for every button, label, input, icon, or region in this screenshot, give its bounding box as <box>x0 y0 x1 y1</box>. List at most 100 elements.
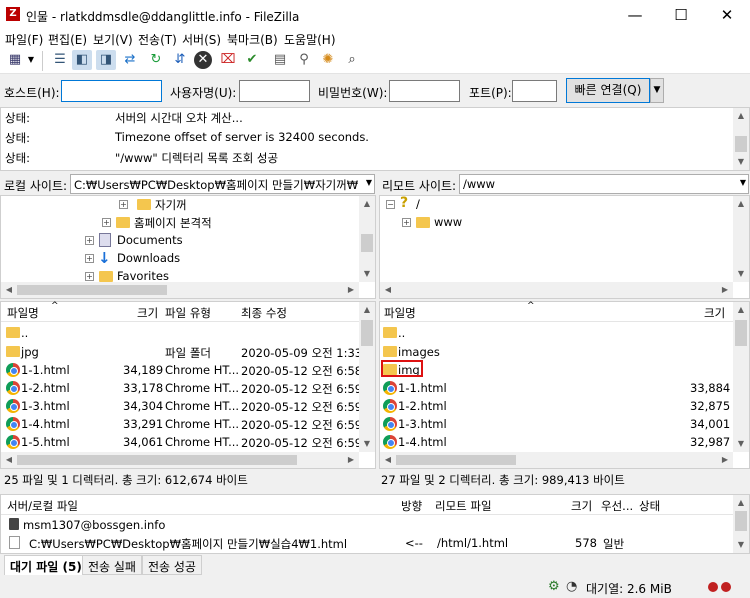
column-server-local-file[interactable]: 서버/로컬 파일 <box>7 498 78 514</box>
expand-icon[interactable]: + <box>402 218 411 227</box>
speed-limit-icon[interactable]: ◔ <box>566 579 577 594</box>
collapse-icon[interactable]: − <box>386 200 395 209</box>
file-row[interactable]: 1-4.html 32,987 <box>380 433 733 451</box>
expand-icon[interactable]: + <box>85 254 94 263</box>
column-remote-file[interactable]: 리모트 파일 <box>435 498 492 514</box>
column-direction[interactable]: 방향 <box>401 498 422 514</box>
column-size[interactable]: 크기 <box>571 498 592 514</box>
find-files-icon[interactable]: ⌕ <box>342 50 362 70</box>
close-button[interactable]: ✕ <box>704 0 750 30</box>
column-size[interactable]: 크기 <box>704 305 725 321</box>
scroll-down-icon[interactable]: ▼ <box>733 154 749 170</box>
menu-file[interactable]: 파일(F) <box>5 31 43 48</box>
file-row[interactable]: 1-2.html 32,875 <box>380 397 733 415</box>
scroll-up-icon[interactable]: ▲ <box>733 495 749 511</box>
local-path-input[interactable]: C:₩Users₩PC₩Desktop₩홈페이지 만들기₩자기꺼₩ ▼ <box>70 174 375 194</box>
maximize-button[interactable]: ☐ <box>658 0 704 30</box>
scroll-thumb[interactable] <box>735 511 747 531</box>
file-row[interactable]: 1-4.html 33,291 Chrome HT... 2020-05-12 … <box>1 415 366 433</box>
file-row[interactable]: 1-1.html 34,189 Chrome HT... 2020-05-12 … <box>1 361 366 379</box>
cancel-icon[interactable]: ✕ <box>194 51 212 69</box>
expand-icon[interactable]: + <box>102 218 111 227</box>
sync-browse-icon[interactable]: ✺ <box>318 50 338 70</box>
reconnect-icon[interactable]: ✔ <box>242 50 262 70</box>
chevron-down-icon[interactable]: ▼ <box>740 178 746 187</box>
scroll-down-icon[interactable]: ▼ <box>359 436 375 452</box>
file-row[interactable]: .. <box>1 324 359 342</box>
remote-list-scrollbar[interactable]: ▲ ▼ <box>733 302 749 452</box>
file-row[interactable]: jpg 파일 폴더 2020-05-09 오전 1:33: <box>1 343 366 361</box>
host-input[interactable] <box>61 80 162 102</box>
column-size[interactable]: 크기 <box>137 305 158 321</box>
tab-failed-transfers[interactable]: 전송 실패 <box>82 555 142 575</box>
local-tree-hscroll[interactable]: ◀ ▶ <box>1 282 359 298</box>
scroll-thumb[interactable] <box>735 136 747 152</box>
menu-transfer[interactable]: 전송(T) <box>138 31 177 48</box>
menu-server[interactable]: 서버(S) <box>182 31 221 48</box>
file-row[interactable]: 1-3.html 34,304 Chrome HT... 2020-05-12 … <box>1 397 366 415</box>
remote-path-input[interactable]: /www ▼ <box>459 174 749 194</box>
scroll-left-icon[interactable]: ◀ <box>1 452 17 468</box>
column-filetype[interactable]: 파일 유형 <box>165 305 211 321</box>
file-row[interactable]: images <box>380 343 733 361</box>
scroll-up-icon[interactable]: ▲ <box>359 302 375 318</box>
menu-bookmarks[interactable]: 북마크(B) <box>227 31 278 48</box>
menu-edit[interactable]: 편집(E) <box>48 31 87 48</box>
queue-server-row[interactable]: msm1307@bossgen.info <box>1 516 733 534</box>
column-priority[interactable]: 우선... <box>601 498 633 514</box>
disconnect-icon[interactable]: ⌧ <box>218 50 238 70</box>
scroll-up-icon[interactable]: ▲ <box>733 108 749 124</box>
minimize-button[interactable]: — <box>612 0 658 30</box>
scroll-thumb[interactable] <box>17 455 297 465</box>
scroll-down-icon[interactable]: ▼ <box>733 436 749 452</box>
scroll-thumb[interactable] <box>361 234 373 252</box>
expand-icon[interactable]: + <box>85 272 94 281</box>
column-modified[interactable]: 최종 수정 <box>241 305 287 321</box>
toggle-local-tree-icon[interactable]: ◧ <box>72 50 92 70</box>
site-manager-icon[interactable]: ▦ <box>5 50 25 70</box>
column-filename[interactable]: 파일명 <box>7 305 39 321</box>
toggle-log-icon[interactable]: ☰ <box>50 50 70 70</box>
chevron-down-icon[interactable]: ▼ <box>366 178 372 187</box>
file-row[interactable]: 1-1.html 33,884 <box>380 379 733 397</box>
tab-queued-files[interactable]: 대기 파일 (5) <box>4 555 88 575</box>
file-row[interactable]: .. <box>380 324 733 342</box>
scroll-right-icon[interactable]: ▶ <box>343 282 359 298</box>
file-row[interactable]: 1-3.html 34,001 <box>380 415 733 433</box>
log-scrollbar[interactable]: ▲ ▼ <box>733 108 749 170</box>
scroll-down-icon[interactable]: ▼ <box>359 266 375 282</box>
menu-view[interactable]: 보기(V) <box>93 31 133 48</box>
username-input[interactable] <box>239 80 310 102</box>
column-filename[interactable]: 파일명 <box>384 305 416 321</box>
column-status[interactable]: 상태 <box>639 498 660 514</box>
file-row[interactable]: 1-2.html 33,178 Chrome HT... 2020-05-12 … <box>1 379 366 397</box>
remote-tree-scrollbar[interactable]: ▲ ▼ <box>733 196 749 282</box>
queue-scrollbar[interactable]: ▲ ▼ <box>733 495 749 553</box>
local-tree-scrollbar[interactable]: ▲ ▼ <box>359 196 375 282</box>
toggle-remote-tree-icon[interactable]: ◨ <box>96 50 116 70</box>
scroll-left-icon[interactable]: ◀ <box>1 282 17 298</box>
file-row[interactable]: 1-5.html 34,061 Chrome HT... 2020-05-12 … <box>1 433 366 451</box>
remote-list-hscroll[interactable]: ◀ ▶ <box>380 452 733 468</box>
tab-successful-transfers[interactable]: 전송 성공 <box>142 555 202 575</box>
local-list-hscroll[interactable]: ◀ ▶ <box>1 452 359 468</box>
local-list-scrollbar[interactable]: ▲ ▼ <box>359 302 375 452</box>
scroll-up-icon[interactable]: ▲ <box>733 196 749 212</box>
process-queue-icon[interactable]: ⇵ <box>170 50 190 70</box>
compare-icon[interactable]: ⚲ <box>294 50 314 70</box>
scroll-thumb[interactable] <box>361 320 373 346</box>
quickconnect-button[interactable]: 빠른 연결(Q) <box>566 78 650 103</box>
scroll-up-icon[interactable]: ▲ <box>359 196 375 212</box>
scroll-down-icon[interactable]: ▼ <box>733 266 749 282</box>
scroll-thumb[interactable] <box>17 285 167 295</box>
expand-icon[interactable]: + <box>119 200 128 209</box>
scroll-up-icon[interactable]: ▲ <box>733 302 749 318</box>
quickconnect-dropdown[interactable]: ▼ <box>650 78 664 103</box>
scroll-thumb[interactable] <box>396 455 516 465</box>
refresh-icon[interactable]: ↻ <box>146 50 166 70</box>
password-input[interactable] <box>389 80 460 102</box>
directory-listing-filters-icon[interactable]: ▤ <box>270 50 290 70</box>
file-row[interactable]: img <box>380 361 733 379</box>
dropdown-icon[interactable]: ▼ <box>26 50 36 70</box>
scroll-left-icon[interactable]: ◀ <box>380 452 396 468</box>
